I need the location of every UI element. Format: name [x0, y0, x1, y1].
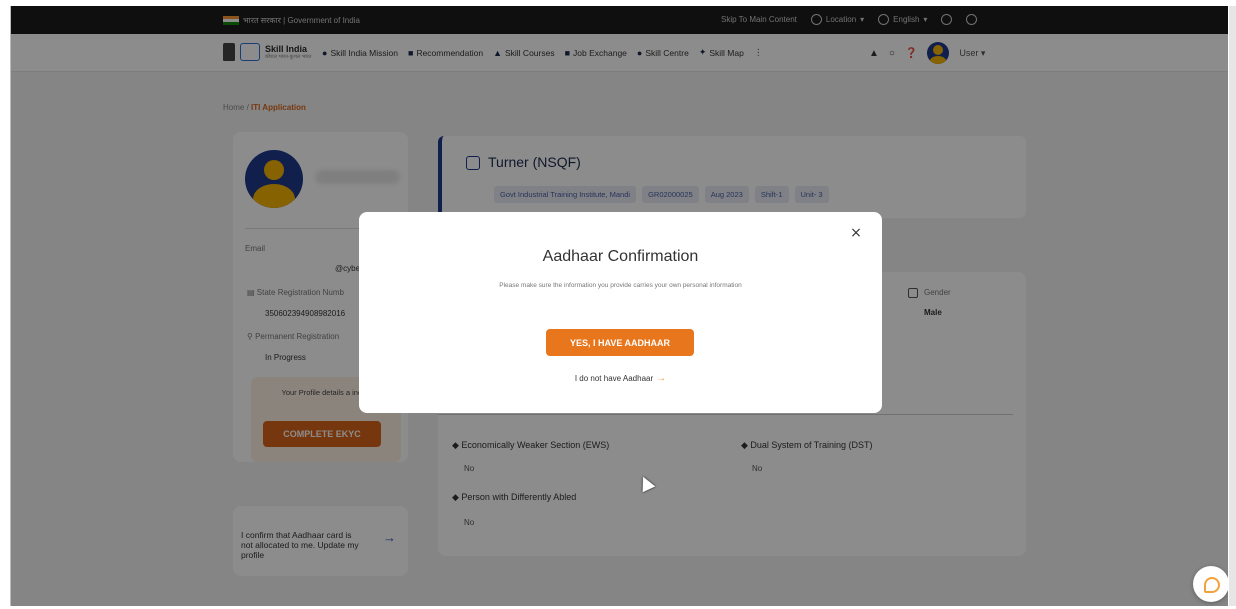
page-scrollbar[interactable] [1229, 6, 1236, 606]
no-aadhaar-label: I do not have Aadhaar [574, 374, 654, 383]
aadhaar-confirmation-modal: × Aadhaar Confirmation Please make sure … [359, 212, 882, 413]
modal-title: Aadhaar Confirmation [542, 248, 699, 265]
chat-assistant-button[interactable] [1193, 566, 1228, 602]
no-aadhaar-link[interactable]: I do not have Aadhaar → [359, 373, 882, 384]
close-icon[interactable]: × [848, 225, 864, 241]
modal-description: Please make sure the information you pro… [499, 282, 742, 289]
yes-have-aadhaar-button[interactable]: YES, I HAVE AADHAAR [546, 329, 694, 356]
arrow-right-icon: → [656, 373, 667, 384]
